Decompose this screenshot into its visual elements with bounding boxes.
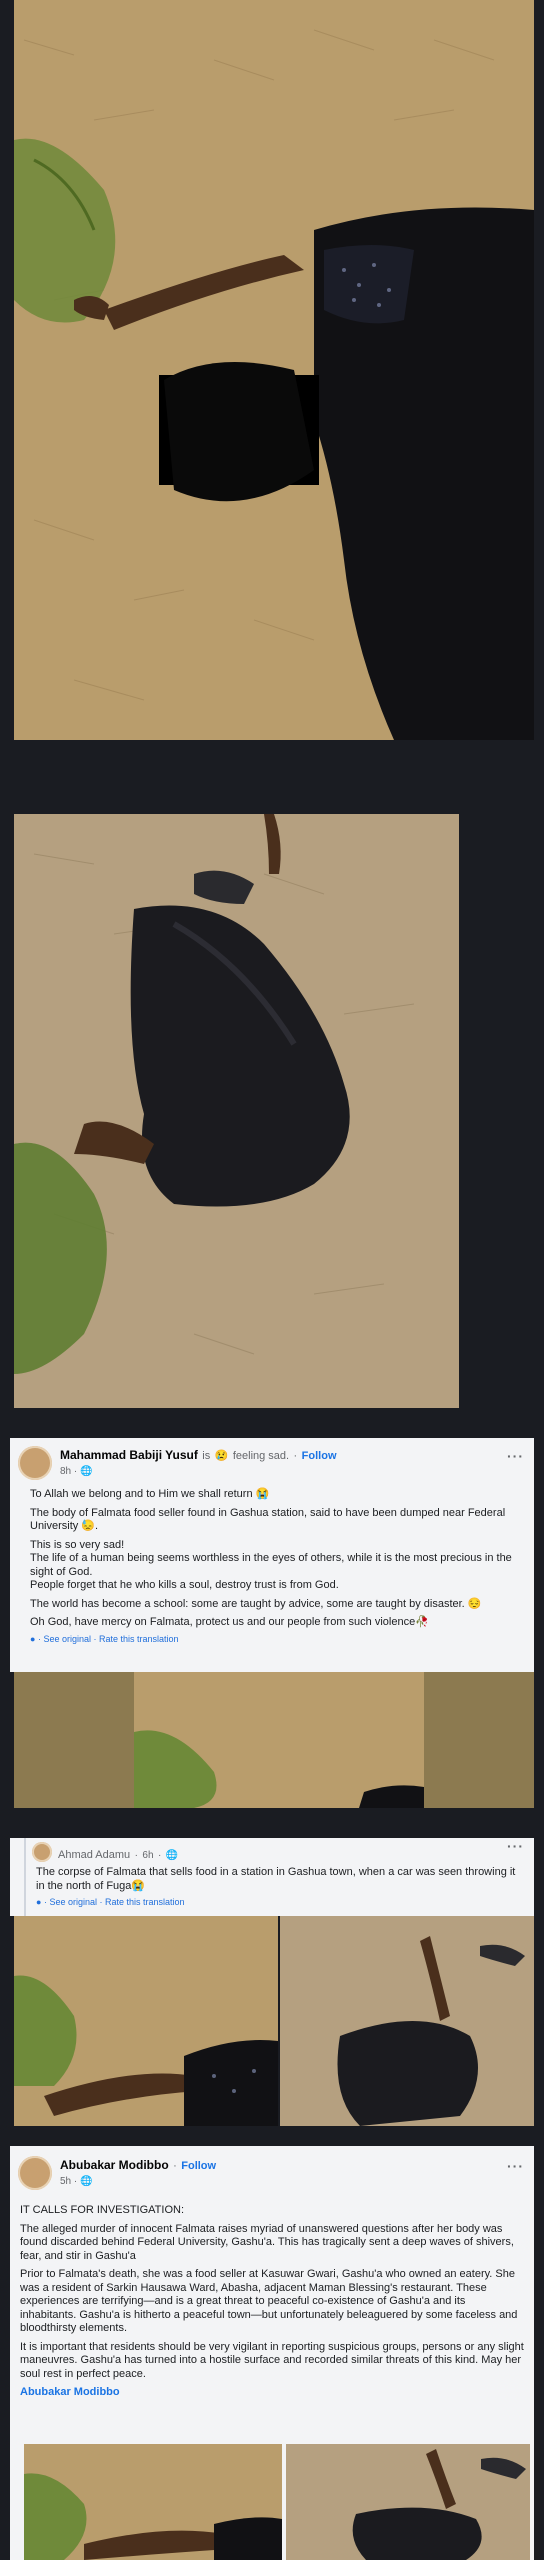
- translation-links: ● · See original · Rate this translation: [36, 1897, 185, 1907]
- globe-icon: 🌐: [80, 1466, 93, 1477]
- photo-1-drawing: [14, 0, 534, 740]
- post-2-image-right-drawing: [280, 1916, 534, 2126]
- photo-woman-lying-on-ground-1: [14, 0, 534, 740]
- post-time[interactable]: 6h: [142, 1850, 153, 1861]
- see-original-link[interactable]: See original: [43, 1634, 91, 1644]
- author-name[interactable]: Abubakar Modibbo: [60, 2158, 169, 2172]
- post-text-line: The world has become a school: some are …: [30, 1597, 482, 1610]
- facebook-post-1: Mahammad Babiji Yusuf is 😢 feeling sad. …: [10, 1438, 534, 1672]
- separator-dot: ·: [173, 2160, 177, 2172]
- separator-dot: ·: [134, 1850, 138, 1861]
- more-options-icon[interactable]: ···: [507, 2158, 524, 2174]
- post-2-body: The corpse of Falmata that sells food in…: [36, 1866, 520, 1910]
- globe-icon: 🌐: [80, 2176, 93, 2187]
- post-2-image-left-drawing: [14, 1916, 278, 2126]
- post-3-image-right-drawing: [286, 2444, 530, 2560]
- rate-translation-link[interactable]: Rate this translation: [99, 1634, 179, 1644]
- post-text-line: It is important that residents should be…: [20, 2340, 524, 2380]
- post-2-image-left: [14, 1916, 278, 2126]
- separator-dot: ·: [293, 1450, 298, 1462]
- post-1-header: Mahammad Babiji Yusuf is 😢 feeling sad. …: [18, 1446, 337, 1480]
- facebook-post-2: Ahmad Adamu · 6h · 🌐 ··· The corpse of F…: [10, 1838, 534, 1916]
- separator-dot: ·: [73, 2176, 78, 2187]
- post-1-image-drawing: [14, 1672, 534, 1808]
- post-3-image-right: [286, 2444, 530, 2560]
- globe-icon: ●: [36, 1897, 42, 1907]
- post-3-image-left: [24, 2444, 282, 2560]
- post-2-image-right: [280, 1916, 534, 2126]
- comment-thread-line: [24, 1838, 26, 1916]
- signature-link[interactable]: Abubakar Modibbo: [20, 2386, 524, 2400]
- separator-dot: ·: [73, 1466, 78, 1477]
- post-text-line: To Allah we belong and to Him we shall r…: [30, 1488, 270, 1500]
- post-text-line: The body of Falmata food seller found in…: [30, 1506, 506, 1533]
- post-1-image: [14, 1672, 534, 1808]
- more-options-icon[interactable]: ···: [507, 1838, 524, 1854]
- see-original-link[interactable]: See original: [49, 1897, 97, 1907]
- facebook-post-3: Abubakar Modibbo · Follow 5h · 🌐 ··· IT …: [10, 2146, 534, 2560]
- post-3-header: Abubakar Modibbo · Follow 5h · 🌐: [18, 2156, 216, 2190]
- separator-dot: ·: [157, 1850, 162, 1861]
- rate-translation-link[interactable]: Rate this translation: [105, 1897, 185, 1907]
- post-text-line: The corpse of Falmata that sells food in…: [36, 1866, 516, 1892]
- more-options-icon[interactable]: ···: [507, 1448, 524, 1464]
- post-3-image-left-drawing: [24, 2444, 282, 2560]
- avatar[interactable]: [18, 1446, 52, 1480]
- sad-face-icon: 😢: [214, 1450, 229, 1462]
- post-time[interactable]: 8h: [60, 1466, 71, 1477]
- follow-button[interactable]: Follow: [181, 2160, 216, 2172]
- author-name[interactable]: Mahammad Babiji Yusuf: [60, 1448, 198, 1462]
- post-time[interactable]: 5h: [60, 2176, 71, 2187]
- post-text-line: The life of a human being seems worthles…: [30, 1552, 512, 1578]
- avatar[interactable]: [32, 1842, 52, 1862]
- photo-2-drawing: [14, 814, 459, 1408]
- post-2-header: Ahmad Adamu · 6h · 🌐: [32, 1842, 178, 1863]
- author-name[interactable]: Ahmad Adamu: [58, 1849, 130, 1861]
- translation-links: ● · See original · Rate this translation: [30, 1633, 179, 1644]
- post-text-line: IT CALLS FOR INVESTIGATION:: [20, 2204, 185, 2216]
- post-text-line: Prior to Falmata's death, she was a food…: [20, 2268, 518, 2334]
- post-text-line: Oh God, have mercy on Falmata, protect u…: [30, 1616, 429, 1628]
- feeling-text: feeling sad.: [232, 1450, 290, 1462]
- post-text-line: The alleged murder of innocent Falmata r…: [20, 2222, 514, 2262]
- globe-icon: ●: [30, 1633, 36, 1644]
- post-text-line: This is so very sad!: [30, 1538, 125, 1551]
- follow-button[interactable]: Follow: [302, 1450, 337, 1462]
- post-1-body: To Allah we belong and to Him we shall r…: [30, 1488, 520, 1646]
- post-3-body: IT CALLS FOR INVESTIGATION: The alleged …: [20, 2204, 524, 2400]
- post-text-line: People forget that he who kills a soul, …: [30, 1579, 339, 1591]
- photo-woman-lying-on-ground-2: [14, 814, 459, 1408]
- avatar[interactable]: [18, 2156, 52, 2190]
- feeling-prefix: is: [202, 1450, 211, 1462]
- globe-icon: 🌐: [165, 1850, 179, 1861]
